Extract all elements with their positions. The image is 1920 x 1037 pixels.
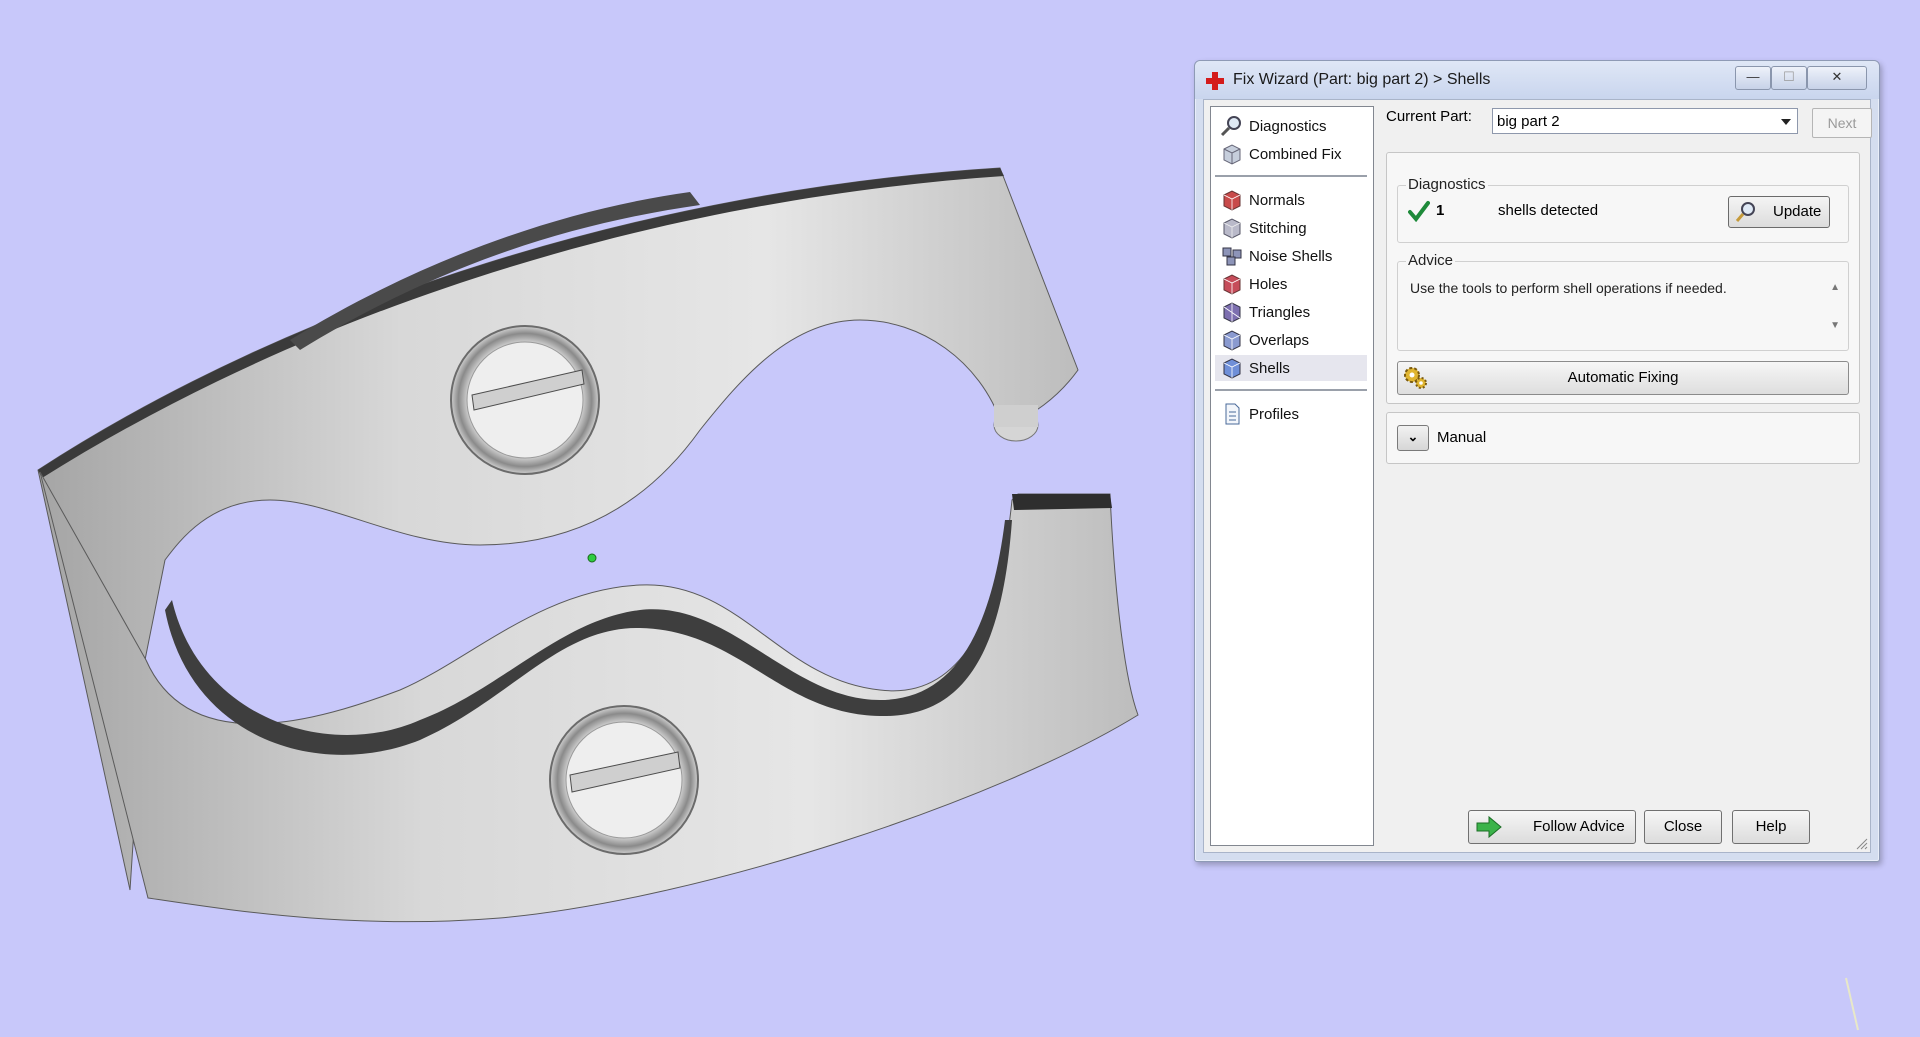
automatic-fixing-label: Automatic Fixing (1567, 369, 1679, 386)
diagnostics-group: Diagnostics 1 shells detected Update (1397, 176, 1849, 243)
advice-legend: Advice (1406, 252, 1456, 269)
current-part-value: big part 2 (1497, 113, 1560, 130)
normals-cube-icon (1223, 190, 1241, 211)
update-label: Update (1773, 203, 1822, 220)
resize-grip-icon[interactable] (1856, 838, 1868, 850)
arrow-right-icon (1476, 815, 1502, 839)
box-icon (1223, 144, 1241, 165)
nav-item-noise-shells[interactable]: Noise Shells (1215, 243, 1367, 269)
overlaps-cube-icon (1223, 330, 1241, 351)
nav-item-combined-fix[interactable]: Combined Fix (1215, 141, 1367, 167)
shells-cube-icon (1223, 358, 1241, 379)
update-button[interactable]: Update (1728, 196, 1830, 228)
nav-item-label: Profiles (1249, 405, 1300, 423)
nav-item-label: Overlaps (1249, 331, 1310, 349)
nav-separator (1215, 389, 1367, 391)
current-part-label: Current Part: (1386, 108, 1472, 125)
noise-shells-icon (1222, 247, 1242, 266)
nav-item-diagnostics[interactable]: Diagnostics (1215, 113, 1367, 139)
advice-group: Advice Use the tools to perform shell op… (1397, 252, 1849, 351)
title-bar[interactable]: Fix Wizard (Part: big part 2) > Shells —… (1195, 61, 1879, 99)
triangles-cube-icon (1223, 302, 1241, 323)
nav-item-stitching[interactable]: Stitching (1215, 215, 1367, 241)
nav-separator (1215, 175, 1367, 177)
nav-item-label: Noise Shells (1249, 247, 1333, 265)
manual-section: ⌄ Manual (1386, 412, 1860, 464)
fix-wizard-dialog: Fix Wizard (Part: big part 2) > Shells —… (1194, 60, 1880, 862)
close-button[interactable]: Close (1644, 810, 1722, 844)
window-title: Fix Wizard (Part: big part 2) > Shells (1233, 71, 1491, 88)
checkmark-icon (1408, 201, 1430, 222)
maximize-button[interactable]: ☐ (1771, 66, 1807, 90)
holes-cube-icon (1223, 274, 1241, 295)
nav-item-profiles[interactable]: Profiles (1215, 401, 1367, 427)
magnifier-icon (1220, 116, 1241, 137)
pivot-point (587, 553, 597, 563)
nav-item-label: Triangles (1249, 303, 1311, 321)
double-chevron-down-icon: ⌄ (1407, 429, 1419, 444)
current-part-select[interactable]: big part 2 (1492, 108, 1798, 134)
nav-item-shells[interactable]: Shells (1215, 355, 1367, 381)
shells-panel: Diagnostics 1 shells detected Update Adv… (1386, 152, 1860, 404)
red-cross-icon (1206, 72, 1224, 90)
minimize-button[interactable]: — (1735, 66, 1771, 90)
nav-item-triangles[interactable]: Triangles (1215, 299, 1367, 325)
help-button[interactable]: Help (1732, 810, 1810, 844)
dialog-client-area: Diagnostics Combined Fix Normals Stitchi… (1203, 99, 1872, 853)
stitching-cube-icon (1223, 218, 1241, 239)
diagnostics-legend: Diagnostics (1406, 176, 1488, 193)
nav-item-holes[interactable]: Holes (1215, 271, 1367, 297)
scroll-up-icon[interactable]: ▲ (1830, 282, 1840, 293)
nav-item-label: Holes (1249, 275, 1288, 293)
gears-icon (1404, 367, 1427, 389)
shell-count: 1 (1436, 202, 1445, 219)
nav-item-label: Normals (1249, 191, 1305, 209)
magnifier-icon (1735, 202, 1755, 222)
automatic-fixing-button[interactable]: Automatic Fixing (1397, 361, 1849, 395)
follow-advice-button[interactable]: Follow Advice (1468, 810, 1636, 844)
follow-advice-label: Follow Advice (1533, 818, 1625, 835)
chevron-down-icon (1781, 119, 1791, 125)
nav-item-label: Combined Fix (1249, 145, 1342, 163)
nav-item-label: Shells (1249, 359, 1290, 377)
nav-item-overlaps[interactable]: Overlaps (1215, 327, 1367, 353)
scroll-down-icon[interactable]: ▼ (1830, 320, 1840, 331)
advice-text: Use the tools to perform shell operation… (1410, 280, 1727, 296)
expand-manual-button[interactable]: ⌄ (1397, 425, 1429, 451)
nav-item-label: Diagnostics (1249, 117, 1327, 135)
next-button[interactable]: Next (1812, 108, 1872, 138)
document-icon (1225, 403, 1240, 425)
screw-bottom (549, 705, 699, 855)
shells-detected-text: shells detected (1498, 202, 1599, 219)
manual-label: Manual (1437, 429, 1487, 446)
screw-top (450, 325, 600, 475)
nav-item-normals[interactable]: Normals (1215, 187, 1367, 213)
nav-item-label: Stitching (1249, 219, 1307, 237)
close-window-button[interactable]: ✕ (1807, 66, 1867, 90)
fix-tools-list: Diagnostics Combined Fix Normals Stitchi… (1210, 106, 1374, 846)
axis-marker (1845, 977, 1859, 1031)
